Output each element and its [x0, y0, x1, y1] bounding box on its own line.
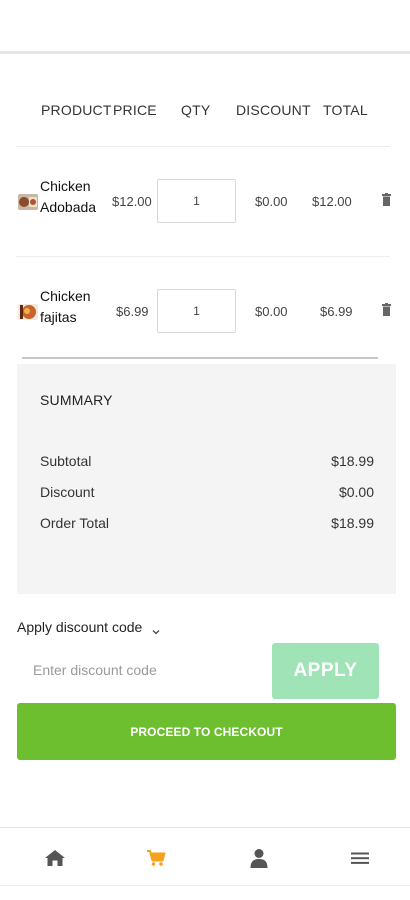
cart-icon — [147, 850, 166, 866]
home-icon — [45, 850, 65, 866]
item-discount: $0.00 — [255, 304, 288, 319]
quantity-input[interactable]: 1 — [157, 289, 236, 333]
nav-account[interactable] — [247, 847, 271, 869]
item-discount: $0.00 — [255, 194, 288, 209]
column-header-product: PRODUCT — [41, 102, 112, 118]
item-price: $6.99 — [116, 304, 149, 319]
row-divider — [16, 146, 390, 147]
cart-table-header: PRODUCT PRICE QTY DISCOUNT TOTAL — [0, 102, 410, 122]
row-divider — [16, 256, 390, 257]
summary-title: SUMMARY — [40, 392, 113, 408]
discount-code-input[interactable] — [17, 646, 262, 694]
item-total: $12.00 — [312, 194, 352, 209]
table-row: Chicken Adobada $12.00 1 $0.00 $12.00 — [0, 176, 410, 236]
nav-home[interactable] — [43, 847, 67, 869]
trash-icon[interactable] — [382, 303, 391, 316]
discount-value: $0.00 — [338, 484, 374, 500]
discount-code-toggle[interactable]: Apply discount code — [17, 619, 160, 635]
order-total-label: Order Total — [40, 515, 109, 531]
user-icon — [250, 849, 268, 868]
nav-cart[interactable] — [144, 847, 168, 869]
column-header-price: PRICE — [113, 102, 157, 118]
product-name[interactable]: Chicken fajitas — [40, 286, 110, 328]
proceed-to-checkout-button[interactable]: PROCEED TO CHECKOUT — [17, 703, 396, 760]
column-header-total: TOTAL — [323, 102, 368, 118]
order-summary-panel: SUMMARY Subtotal $18.99 Discount $0.00 O… — [17, 364, 396, 594]
chevron-down-icon — [152, 623, 160, 635]
top-header-bar — [0, 0, 410, 54]
item-total: $6.99 — [320, 304, 353, 319]
bottom-navigation — [0, 827, 410, 885]
table-row: Chicken fajitas $6.99 1 $0.00 $6.99 — [0, 286, 410, 346]
nav-menu[interactable] — [348, 847, 372, 869]
quantity-input[interactable]: 1 — [157, 179, 236, 223]
bottom-edge — [0, 885, 410, 900]
menu-icon — [351, 852, 369, 864]
product-thumbnail[interactable] — [18, 304, 38, 320]
discount-toggle-label: Apply discount code — [17, 619, 143, 635]
product-thumbnail[interactable] — [18, 194, 38, 210]
product-name[interactable]: Chicken Adobada — [40, 176, 110, 218]
trash-icon[interactable] — [382, 193, 391, 206]
subtotal-label: Subtotal — [40, 453, 92, 469]
apply-discount-button[interactable]: APPLY — [272, 643, 379, 699]
discount-line: Discount $0.00 — [40, 484, 374, 500]
subtotal-line: Subtotal $18.99 — [40, 453, 374, 469]
discount-label: Discount — [40, 484, 95, 500]
column-header-discount: DISCOUNT — [236, 102, 311, 118]
order-total-value: $18.99 — [331, 515, 374, 531]
subtotal-value: $18.99 — [331, 453, 374, 469]
summary-divider — [22, 357, 378, 359]
column-header-qty: QTY — [181, 102, 211, 118]
order-total-line: Order Total $18.99 — [40, 515, 374, 531]
item-price: $12.00 — [112, 194, 152, 209]
